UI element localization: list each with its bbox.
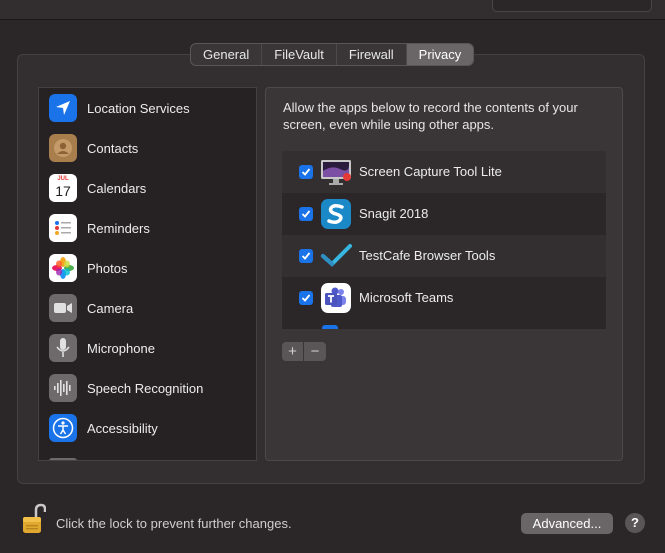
calendar-icon: JUL 17	[49, 174, 77, 202]
sidebar-item-label: Accessibility	[87, 420, 158, 436]
calendar-month: JUL	[57, 176, 69, 182]
remove-app-button[interactable]: −	[304, 342, 326, 361]
sidebar-item-location-services[interactable]: Location Services	[39, 88, 256, 128]
sidebar-item-label: Location Services	[87, 100, 190, 116]
app-checkbox[interactable]	[299, 165, 313, 179]
testcafe-icon	[320, 240, 352, 272]
sidebar-item-speech-recognition[interactable]: Speech Recognition	[39, 368, 256, 408]
sidebar-item-reminders[interactable]: Reminders	[39, 208, 256, 248]
reminders-icon	[49, 214, 77, 242]
app-row-microsoft-teams: Microsoft Teams	[282, 277, 606, 319]
sidebar-item-microphone[interactable]: Microphone	[39, 328, 256, 368]
contacts-icon	[49, 134, 77, 162]
app-list: Screen Capture Tool Lite Snagit 2018 Tes…	[282, 151, 606, 329]
screen-recording-description: Allow the apps below to record the conte…	[283, 100, 578, 132]
tab-firewall[interactable]: Firewall	[337, 44, 407, 65]
app-name: TestCafe Browser Tools	[359, 248, 496, 263]
help-button[interactable]: ?	[625, 513, 645, 533]
window-titlebar	[0, 0, 665, 20]
calendar-day: 17	[55, 183, 71, 199]
sidebar-item-label: Contacts	[87, 140, 139, 156]
accessibility-icon	[49, 414, 77, 442]
location-arrow-icon	[49, 94, 77, 122]
add-app-button[interactable]: +	[282, 342, 304, 361]
lock-icon[interactable]	[22, 503, 47, 535]
microphone-icon	[49, 334, 77, 362]
sidebar-item-label: Speech Recognition	[87, 380, 204, 396]
app-name: Screen Capture Tool Lite	[359, 164, 502, 179]
sidebar-item-label: Microphone	[87, 340, 155, 356]
app-checkbox[interactable]	[299, 291, 313, 305]
app-checkbox[interactable]	[299, 249, 313, 263]
app-name: Snagit 2018	[359, 206, 429, 221]
search-field[interactable]	[492, 0, 652, 12]
sidebar-item-label: Reminders	[87, 220, 150, 236]
add-remove-control: + −	[282, 342, 326, 361]
sidebar-item-accessibility[interactable]: Accessibility	[39, 408, 256, 448]
speech-waveform-icon	[49, 374, 77, 402]
privacy-category-list: Location Services Contacts JUL 17 Calend…	[38, 87, 257, 461]
partial-list-item	[49, 458, 77, 460]
photos-icon	[49, 254, 77, 282]
teams-icon	[321, 283, 351, 313]
partial-app-row	[322, 325, 338, 329]
sidebar-item-photos[interactable]: Photos	[39, 248, 256, 288]
app-row-snagit: Snagit 2018	[282, 193, 606, 235]
app-checkbox[interactable]	[299, 207, 313, 221]
lock-status-text: Click the lock to prevent further change…	[56, 516, 292, 531]
tab-privacy[interactable]: Privacy	[406, 44, 474, 65]
sidebar-item-label: Photos	[87, 260, 128, 276]
sidebar-item-contacts[interactable]: Contacts	[39, 128, 256, 168]
app-row-screen-capture: Screen Capture Tool Lite	[282, 151, 606, 193]
sidebar-item-label: Calendars	[87, 180, 147, 196]
tab-bar: General FileVault Firewall Privacy	[190, 43, 475, 66]
app-row-testcafe: TestCafe Browser Tools	[282, 235, 606, 277]
tab-general[interactable]: General	[191, 44, 263, 65]
advanced-button[interactable]: Advanced...	[521, 513, 613, 534]
sidebar-item-label: Camera	[87, 300, 134, 316]
app-name: Microsoft Teams	[359, 290, 454, 305]
snagit-icon	[321, 199, 351, 229]
tab-filevault[interactable]: FileVault	[262, 44, 337, 65]
sidebar-item-camera[interactable]: Camera	[39, 288, 256, 328]
camera-icon	[49, 294, 77, 322]
screen-capture-icon	[320, 156, 352, 188]
sidebar-item-calendars[interactable]: JUL 17 Calendars	[39, 168, 256, 208]
